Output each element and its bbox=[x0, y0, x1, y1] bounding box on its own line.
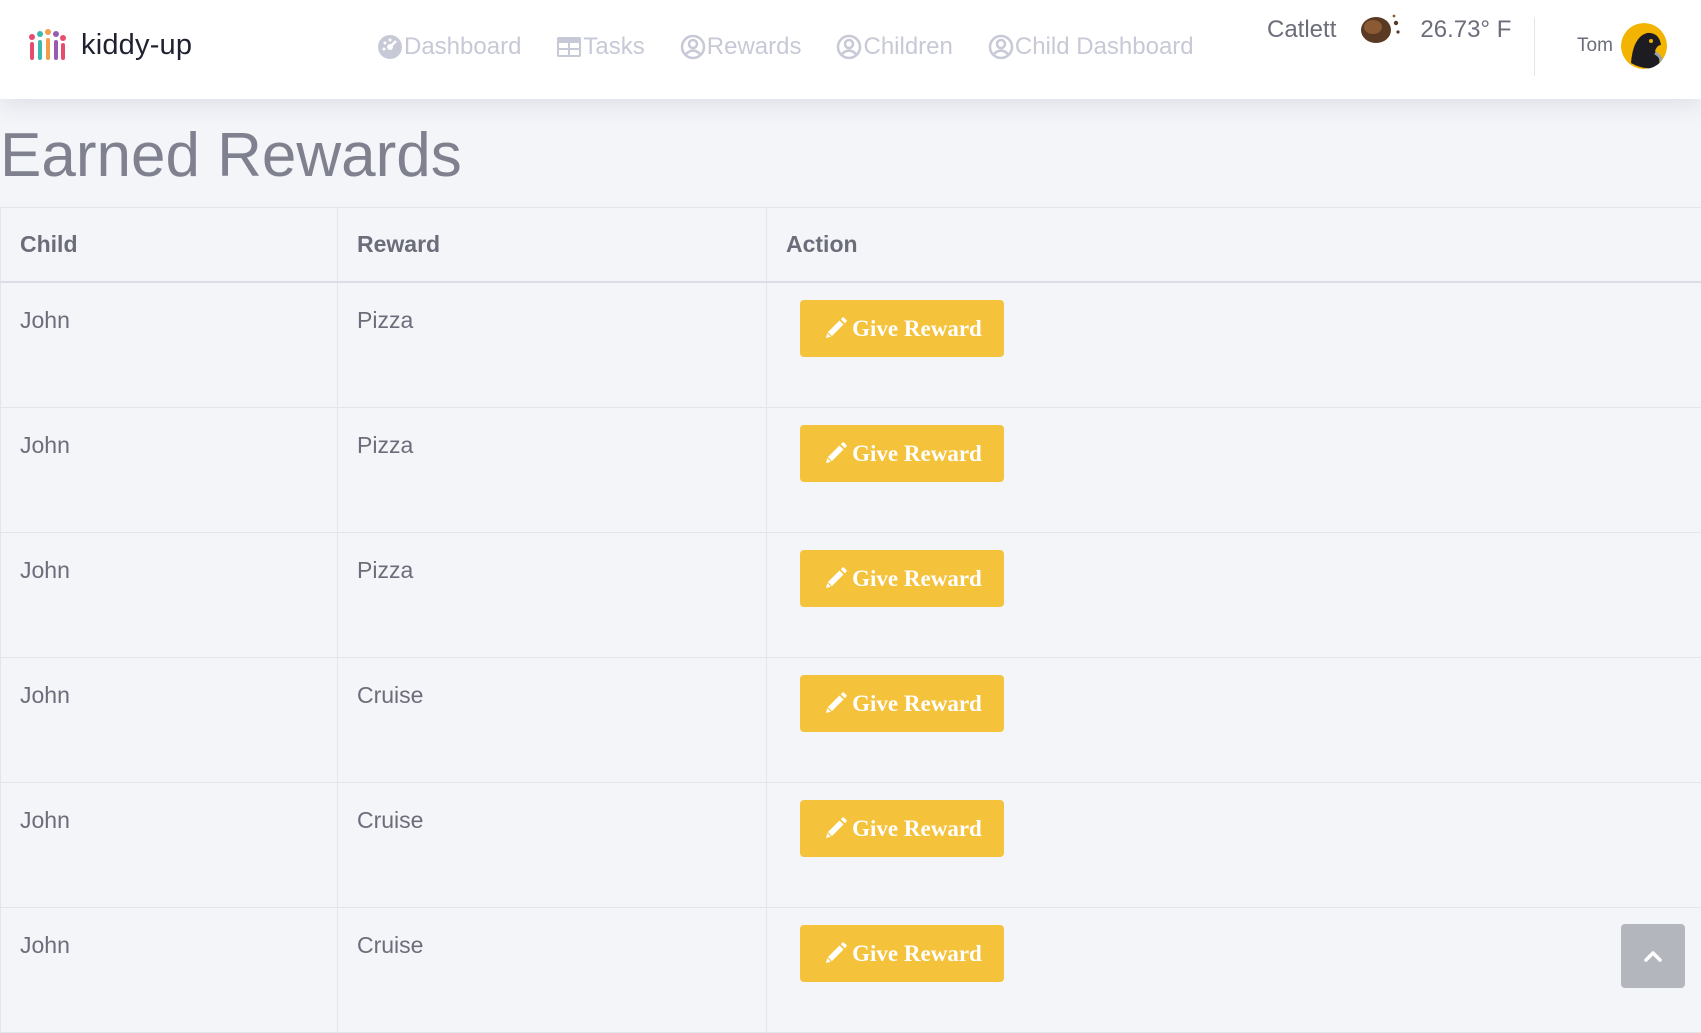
give-reward-button[interactable]: Give Reward bbox=[800, 675, 1004, 732]
header-divider bbox=[1534, 18, 1535, 76]
give-reward-label: Give Reward bbox=[852, 816, 982, 842]
nav-item-children[interactable]: Children bbox=[835, 33, 952, 61]
give-reward-button[interactable]: Give Reward bbox=[800, 300, 1004, 357]
nav-item-rewards[interactable]: Rewards bbox=[679, 33, 802, 61]
table-row: John Pizza Give Reward bbox=[1, 282, 1701, 408]
child-cell: John bbox=[1, 783, 338, 908]
nav-item-tasks[interactable]: Tasks bbox=[555, 33, 644, 61]
reward-cell: Pizza bbox=[338, 533, 767, 658]
pencil-icon bbox=[822, 691, 848, 717]
pencil-icon bbox=[822, 441, 848, 467]
pencil-icon bbox=[822, 316, 848, 342]
weather-icon bbox=[1358, 12, 1404, 48]
child-name: John bbox=[20, 783, 337, 834]
child-name: John bbox=[20, 283, 337, 334]
child-name: John bbox=[20, 658, 337, 709]
table-row: John Cruise Give Reward bbox=[1, 908, 1701, 1033]
reward-cell: Pizza bbox=[338, 282, 767, 408]
page-title: Earned Rewards bbox=[0, 120, 462, 191]
reward-name: Cruise bbox=[357, 783, 766, 834]
brand-name: kiddy-up bbox=[81, 29, 192, 62]
user-circle-icon bbox=[679, 33, 707, 61]
child-cell: John bbox=[1, 408, 338, 533]
give-reward-button[interactable]: Give Reward bbox=[800, 800, 1004, 857]
child-name: John bbox=[20, 908, 337, 959]
column-header-reward: Reward bbox=[338, 208, 767, 283]
user-name: Tom bbox=[1577, 35, 1613, 57]
child-cell: John bbox=[1, 533, 338, 658]
give-reward-button[interactable]: Give Reward bbox=[800, 925, 1004, 982]
nav-item-dashboard[interactable]: Dashboard bbox=[376, 33, 521, 61]
table-row: John Pizza Give Reward bbox=[1, 533, 1701, 658]
child-cell: John bbox=[1, 282, 338, 408]
table-header-row: Child Reward Action bbox=[1, 208, 1701, 283]
weather-city: Catlett bbox=[1267, 16, 1336, 44]
user-circle-icon bbox=[835, 33, 863, 61]
reward-name: Pizza bbox=[357, 283, 766, 334]
give-reward-button[interactable]: Give Reward bbox=[800, 550, 1004, 607]
main-nav: Dashboard Tasks Rewards bbox=[376, 30, 1228, 64]
reward-name: Cruise bbox=[357, 908, 766, 959]
chevron-up-icon bbox=[1643, 949, 1663, 963]
reward-name: Pizza bbox=[357, 533, 766, 584]
give-reward-label: Give Reward bbox=[852, 441, 982, 467]
give-reward-label: Give Reward bbox=[852, 316, 982, 342]
avatar-icon[interactable] bbox=[1621, 23, 1667, 69]
reward-name: Pizza bbox=[357, 408, 766, 459]
give-reward-label: Give Reward bbox=[852, 566, 982, 592]
reward-name: Cruise bbox=[357, 658, 766, 709]
table-row: John Cruise Give Reward bbox=[1, 783, 1701, 908]
weather-temperature: 26.73° F bbox=[1420, 16, 1511, 44]
reward-cell: Cruise bbox=[338, 908, 767, 1033]
gauge-icon bbox=[376, 33, 404, 61]
brand[interactable]: kiddy-up bbox=[27, 28, 192, 62]
user-menu[interactable]: Tom bbox=[1577, 23, 1667, 69]
nav-item-child-dashboard[interactable]: Child Dashboard bbox=[987, 33, 1194, 61]
pencil-icon bbox=[822, 566, 848, 592]
table-row: John Pizza Give Reward bbox=[1, 408, 1701, 533]
weather-widget: Catlett 26.73° F bbox=[1267, 14, 1511, 46]
column-header-action: Action bbox=[767, 208, 1701, 283]
child-name: John bbox=[20, 408, 337, 459]
child-cell: John bbox=[1, 658, 338, 783]
action-cell: Give Reward bbox=[767, 533, 1701, 658]
earned-rewards-table: Child Reward Action John Pizza Give Rewa… bbox=[0, 207, 1701, 1033]
child-cell: John bbox=[1, 908, 338, 1033]
give-reward-button[interactable]: Give Reward bbox=[800, 425, 1004, 482]
action-cell: Give Reward bbox=[767, 282, 1701, 408]
top-navbar: kiddy-up Dashboard Tasks bbox=[0, 0, 1701, 99]
pencil-icon bbox=[822, 941, 848, 967]
table-icon bbox=[555, 33, 583, 61]
reward-cell: Cruise bbox=[338, 658, 767, 783]
nav-label-rewards: Rewards bbox=[707, 33, 802, 61]
scroll-to-top-button[interactable] bbox=[1621, 924, 1685, 988]
column-header-child: Child bbox=[1, 208, 338, 283]
nav-label-child-dashboard: Child Dashboard bbox=[1015, 33, 1194, 61]
nav-label-children: Children bbox=[863, 33, 952, 61]
table-row: John Cruise Give Reward bbox=[1, 658, 1701, 783]
nav-label-tasks: Tasks bbox=[583, 33, 644, 61]
action-cell: Give Reward bbox=[767, 908, 1701, 1033]
pencil-icon bbox=[822, 816, 848, 842]
child-name: John bbox=[20, 533, 337, 584]
give-reward-label: Give Reward bbox=[852, 941, 982, 967]
reward-cell: Pizza bbox=[338, 408, 767, 533]
action-cell: Give Reward bbox=[767, 783, 1701, 908]
action-cell: Give Reward bbox=[767, 658, 1701, 783]
kiddy-up-logo-icon bbox=[27, 28, 67, 62]
action-cell: Give Reward bbox=[767, 408, 1701, 533]
user-circle-icon bbox=[987, 33, 1015, 61]
give-reward-label: Give Reward bbox=[852, 691, 982, 717]
reward-cell: Cruise bbox=[338, 783, 767, 908]
nav-label-dashboard: Dashboard bbox=[404, 33, 521, 61]
